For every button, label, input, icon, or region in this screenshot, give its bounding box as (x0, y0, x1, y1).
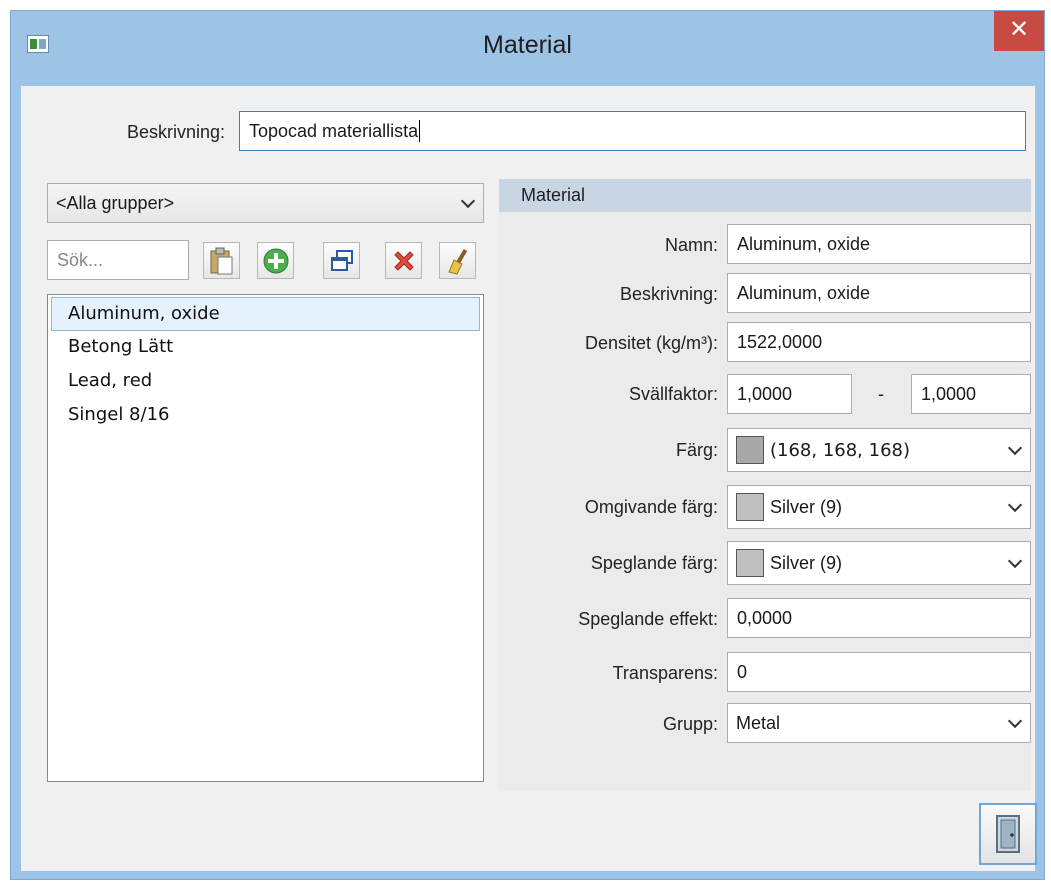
density-field[interactable]: 1522,0000 (727, 322, 1031, 362)
search-input[interactable]: Sök... (47, 240, 189, 280)
ambient-color-value: Silver (9) (770, 496, 843, 517)
door-exit-icon (996, 815, 1020, 853)
clean-button[interactable] (439, 242, 476, 279)
description-prop-value: Aluminum, oxide (737, 282, 871, 303)
ambient-color-label: Omgivande färg: (584, 497, 718, 517)
material-list[interactable]: Aluminum, oxide Betong Lätt Lead, red Si… (47, 294, 484, 782)
specular-effect-field[interactable]: 0,0000 (727, 598, 1031, 638)
description-input[interactable]: Topocad materiallista (239, 111, 1026, 151)
color-value: (168, 168, 168) (770, 439, 911, 461)
text-caret (419, 120, 421, 142)
swell-min-value: 1,0000 (737, 383, 793, 404)
list-item[interactable]: Singel 8/16 (48, 399, 483, 433)
specular-effect-label: Speglande effekt: (578, 609, 718, 629)
add-button[interactable] (257, 242, 294, 279)
density-label: Densitet (kg/m³): (584, 333, 718, 353)
material-dialog: Material ✕ Beskrivning: Topocad material… (10, 10, 1045, 880)
transparency-label: Transparens: (612, 663, 718, 683)
delete-button[interactable] (385, 242, 422, 279)
group-value: Metal (736, 712, 781, 733)
list-item[interactable]: Betong Lätt (48, 331, 483, 365)
specular-color-value: Silver (9) (770, 552, 843, 573)
transparency-field[interactable]: 0 (727, 652, 1031, 692)
paste-button[interactable] (203, 242, 240, 279)
chevron-down-icon (1007, 553, 1023, 569)
group-filter-value: <Alla grupper> (56, 192, 175, 213)
panel-header: Material (499, 179, 1031, 212)
name-value: Aluminum, oxide (737, 233, 871, 254)
transparency-value: 0 (737, 661, 748, 682)
color-dropdown[interactable]: (168, 168, 168) (727, 428, 1031, 472)
swell-label: Svällfaktor: (628, 384, 718, 404)
specular-color-dropdown[interactable]: Silver (9) (727, 541, 1031, 585)
name-label: Namn: (664, 235, 718, 255)
close-button[interactable]: ✕ (994, 11, 1044, 51)
specular-color-swatch (736, 549, 764, 577)
window-title: Material (483, 31, 572, 59)
swell-separator: - (878, 384, 884, 404)
name-field[interactable]: Aluminum, oxide (727, 224, 1031, 264)
color-swatch (736, 436, 764, 464)
ambient-color-dropdown[interactable]: Silver (9) (727, 485, 1031, 529)
copy-button[interactable] (323, 242, 360, 279)
specular-effect-value: 0,0000 (737, 607, 793, 628)
description-value: Topocad materiallista (249, 120, 419, 141)
swell-max-field[interactable]: 1,0000 (911, 374, 1031, 414)
specular-color-label: Speglande färg: (590, 553, 718, 573)
chevron-down-icon (1007, 497, 1023, 513)
title-bar: Material ✕ (11, 11, 1044, 83)
material-properties-panel: Material Namn: Aluminum, oxide Beskrivni… (499, 179, 1031, 791)
list-item[interactable]: Lead, red (48, 365, 483, 399)
description-prop-label: Beskrivning: (619, 284, 718, 304)
density-value: 1522,0000 (737, 331, 823, 352)
delete-icon (393, 250, 414, 271)
ambient-color-swatch (736, 493, 764, 521)
list-item[interactable]: Aluminum, oxide (51, 297, 480, 331)
group-dropdown[interactable]: Metal (727, 703, 1031, 743)
clean-icon (447, 248, 467, 275)
color-label: Färg: (675, 440, 718, 460)
description-prop-field[interactable]: Aluminum, oxide (727, 273, 1031, 313)
copy-icon (330, 249, 353, 271)
group-filter-dropdown[interactable]: <Alla grupper> (47, 183, 484, 223)
close-dialog-button[interactable] (979, 803, 1037, 865)
swell-max-value: 1,0000 (921, 383, 977, 404)
dialog-client: Beskrivning: Topocad materiallista <Alla… (21, 86, 1037, 871)
description-label: Beskrivning: (126, 122, 225, 142)
chevron-down-icon (460, 193, 476, 209)
chevron-down-icon (1007, 440, 1023, 456)
add-icon (263, 248, 288, 273)
paste-icon (210, 247, 232, 274)
swell-min-field[interactable]: 1,0000 (727, 374, 852, 414)
search-placeholder: Sök... (57, 249, 104, 270)
group-label: Grupp: (662, 714, 718, 734)
chevron-down-icon (1007, 713, 1023, 729)
